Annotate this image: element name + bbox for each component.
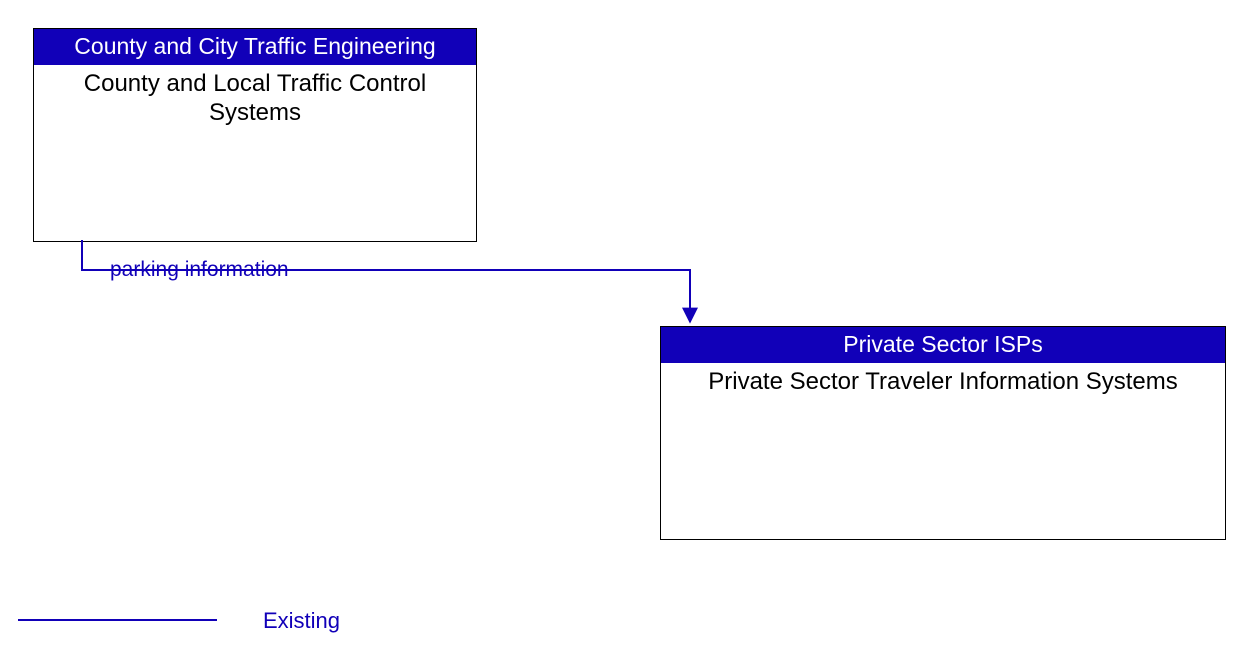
node-header: County and City Traffic Engineering — [34, 29, 476, 65]
node-county-city-traffic-engineering: County and City Traffic Engineering Coun… — [33, 28, 477, 242]
node-body: County and Local Traffic Control Systems — [34, 65, 476, 133]
flow-label-parking-information: parking information — [106, 258, 293, 282]
node-private-sector-isps: Private Sector ISPs Private Sector Trave… — [660, 326, 1226, 540]
legend-label-existing: Existing — [263, 608, 340, 634]
node-header: Private Sector ISPs — [661, 327, 1225, 363]
node-body: Private Sector Traveler Information Syst… — [661, 363, 1225, 402]
